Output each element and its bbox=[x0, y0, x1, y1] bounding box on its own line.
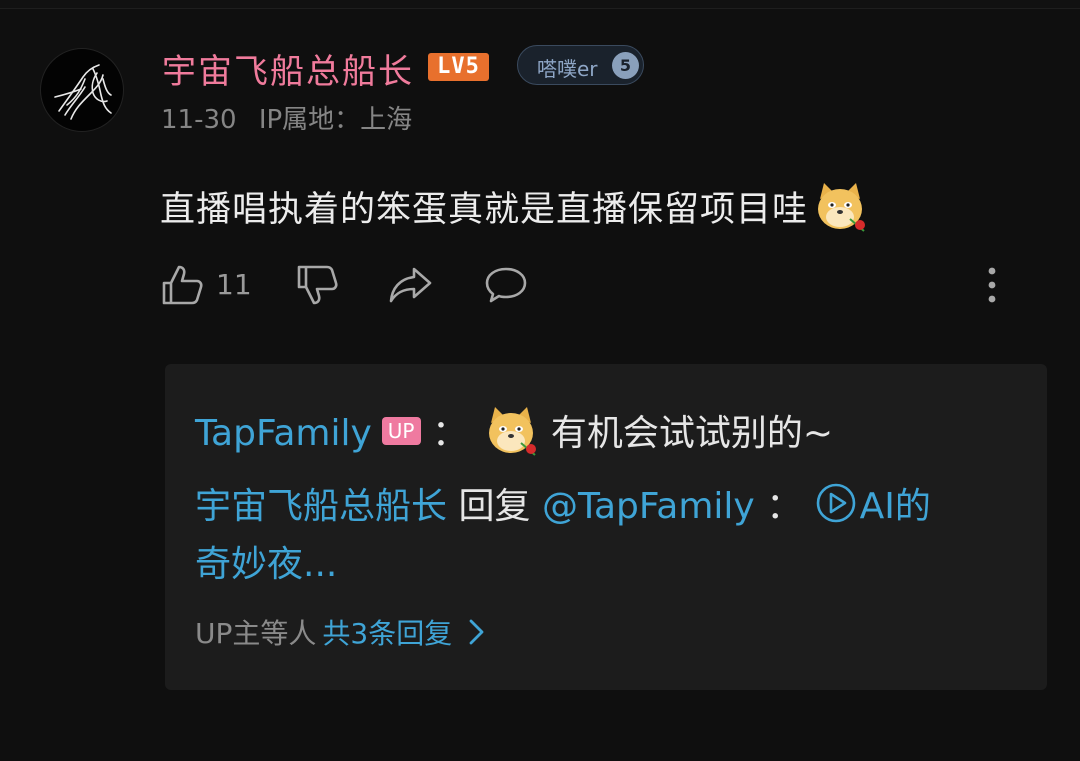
reply-comment-icon[interactable] bbox=[483, 263, 529, 307]
level-badge: LV5 bbox=[428, 53, 489, 81]
up-tag: UP bbox=[381, 417, 421, 445]
comment-ip-location: IP属地：上海 bbox=[258, 105, 413, 135]
reply-item[interactable]: 宇宙飞船总船长 回复 @TapFamily ： AI的 奇妙夜... bbox=[195, 478, 985, 594]
avatar-sketch-icon bbox=[54, 64, 112, 120]
top-divider bbox=[0, 0, 1080, 9]
dislike-icon[interactable] bbox=[295, 263, 339, 307]
replies-panel[interactable]: TapFamily UP ： 有机会试试别的~ 宇宙飞船总船长 回复 @TapFa… bbox=[165, 364, 1047, 690]
reply-text-cont[interactable]: 奇妙夜... bbox=[195, 544, 337, 585]
fan-medal-level: 5 bbox=[612, 52, 639, 79]
view-all-replies-link[interactable]: 共3条回复 bbox=[322, 617, 452, 650]
video-link-text[interactable]: AI的 bbox=[860, 486, 931, 527]
fan-medal-badge[interactable]: 嗒噗er 5 bbox=[517, 45, 644, 85]
like-icon[interactable] bbox=[160, 263, 204, 307]
reply-mention[interactable]: @TapFamily bbox=[542, 486, 755, 527]
comment-date: 11-30 bbox=[161, 105, 237, 135]
reply-participants: UP主等人 bbox=[195, 617, 317, 650]
reply-text: 有机会试试别的~ bbox=[550, 413, 834, 454]
reply-author[interactable]: 宇宙飞船总船长 bbox=[195, 486, 447, 527]
video-link[interactable]: AI的 bbox=[814, 483, 931, 527]
doge-rose-emoji-icon bbox=[818, 183, 866, 232]
chevron-right-icon[interactable] bbox=[466, 617, 488, 647]
play-video-icon bbox=[816, 483, 855, 523]
doge-rose-emoji-icon bbox=[489, 407, 537, 456]
comment-meta: 11-30 IP属地：上海 bbox=[161, 99, 412, 136]
share-icon[interactable] bbox=[387, 263, 433, 307]
reply-item[interactable]: TapFamily UP ： 有机会试试别的~ bbox=[195, 404, 833, 463]
reply-separator: ： bbox=[431, 413, 468, 454]
like-count: 11 bbox=[216, 268, 252, 301]
avatar[interactable] bbox=[40, 48, 124, 132]
reply-separator: ： bbox=[766, 486, 803, 527]
reply-author[interactable]: TapFamily bbox=[195, 413, 372, 454]
comment-text-row: 直播唱执着的笨蛋真就是直播保留项目哇 bbox=[160, 181, 868, 239]
more-options-icon[interactable] bbox=[982, 264, 1002, 308]
comment-text: 直播唱执着的笨蛋真就是直播保留项目哇 bbox=[160, 190, 809, 230]
view-replies-row[interactable]: UP主等人 共3条回复 bbox=[195, 612, 488, 652]
reply-action: 回复 bbox=[458, 486, 531, 527]
fan-medal-label: 嗒噗er bbox=[537, 57, 598, 81]
comment-username[interactable]: 宇宙飞船总船长 bbox=[162, 44, 414, 93]
